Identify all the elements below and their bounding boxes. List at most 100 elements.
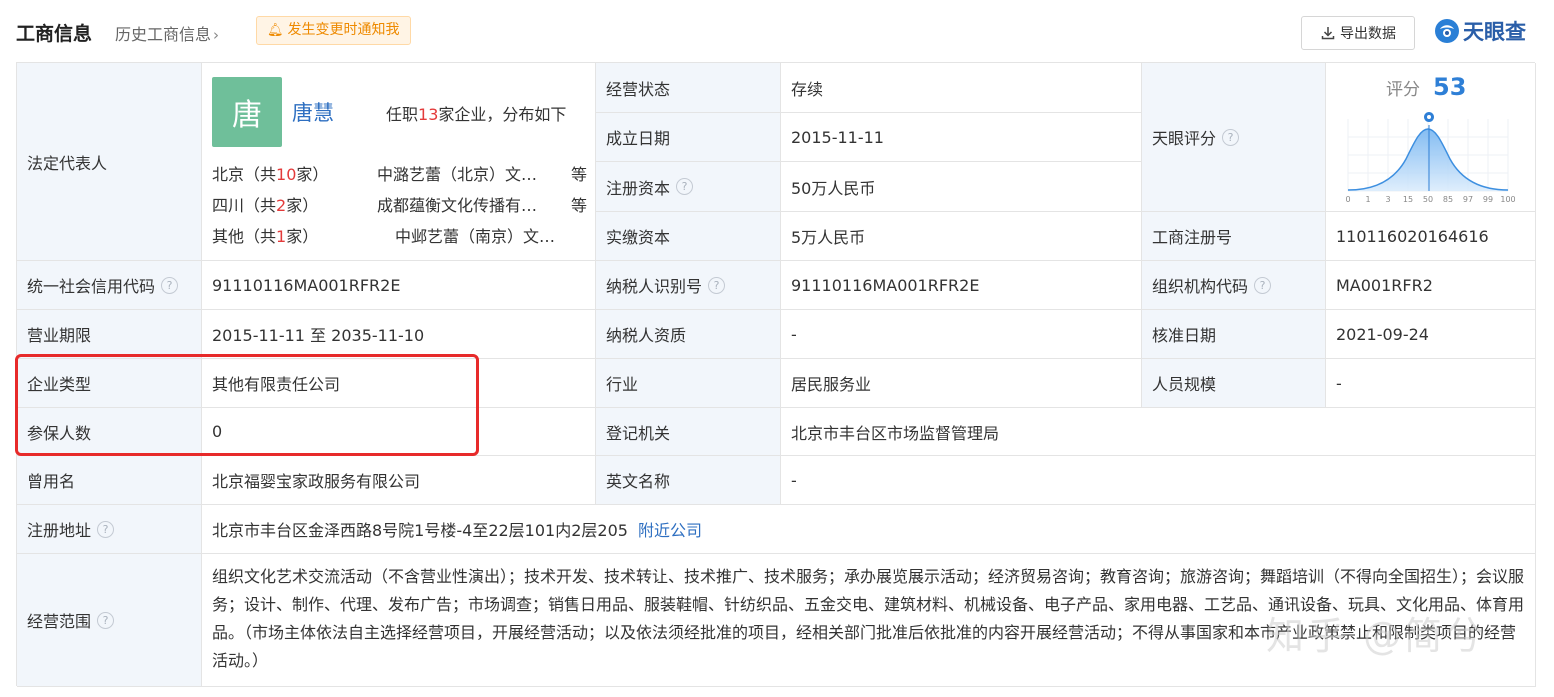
legal-rep-header: 唐 唐慧 任职13家企业，分布如下 xyxy=(212,77,587,149)
paid-value: 5万人民币 xyxy=(781,212,1142,261)
scope-label: 经营范围? xyxy=(17,554,202,687)
export-label: 导出数据 xyxy=(1340,26,1396,42)
region-company-link[interactable]: 成都蕴衡文化传播有… xyxy=(377,192,557,216)
region-label: 四川（共2家） xyxy=(212,192,318,216)
score-distribution-chart: 0 1 3 15 50 85 97 99 100 xyxy=(1345,112,1516,204)
region-etc: 等 xyxy=(570,196,587,215)
highlight-box xyxy=(15,354,479,456)
paid-label: 实缴资本 xyxy=(596,212,781,261)
watermark: 知乎 @简兮 xyxy=(1266,614,1487,658)
avatar[interactable]: 唐 xyxy=(212,77,282,147)
credit-value: 91110116MA001RFR2E xyxy=(202,261,596,310)
bell-icon: 🔔︎ xyxy=(267,23,284,38)
region-row: 北京（共10家） 中潞艺蕾（北京）文… 等 xyxy=(212,161,587,191)
region-row: 四川（共2家） 成都蕴衡文化传播有… 等 xyxy=(212,192,587,222)
former-value: 北京福婴宝家政服务有限公司 xyxy=(202,456,596,505)
staff-label: 人员规模 xyxy=(1142,359,1326,408)
regno-value: 110116020164616 xyxy=(1326,212,1536,261)
help-icon[interactable]: ? xyxy=(161,276,179,294)
staff-value: - xyxy=(1326,359,1536,408)
help-icon[interactable]: ? xyxy=(1222,128,1240,146)
region-company-link[interactable]: 中邺艺蕾（南京）文… xyxy=(395,223,575,247)
region-label: 北京（共10家） xyxy=(212,161,328,185)
taxid-label: 纳税人识别号? xyxy=(596,261,781,310)
region-suffix: 家） xyxy=(286,196,319,215)
term-value: 2015-11-11 至 2035-11-10 xyxy=(202,310,596,359)
score-tick: 97 xyxy=(1463,195,1473,204)
help-icon[interactable]: ? xyxy=(97,520,115,538)
help-icon[interactable]: ? xyxy=(1254,276,1272,294)
approve-value: 2021-09-24 xyxy=(1326,310,1536,359)
score-tick: 0 xyxy=(1345,195,1350,204)
tianyancha-logo-icon xyxy=(1435,19,1459,43)
capital-label-text: 注册资本 xyxy=(606,178,671,198)
capital-value: 50万人民币 xyxy=(781,162,1142,212)
header: 工商信息 历史工商信息 › 🔔︎ 发生变更时通知我 导出数据 天眼查 xyxy=(0,0,1554,62)
region-prefix: 四川（共 xyxy=(212,196,277,215)
score-tick: 15 xyxy=(1403,195,1413,204)
industry-label: 行业 xyxy=(596,359,781,408)
download-icon xyxy=(1321,27,1335,40)
region-count: 2 xyxy=(276,196,287,215)
score-tick: 1 xyxy=(1365,195,1370,204)
region-label: 其他（共1家） xyxy=(212,223,318,247)
page-title: 工商信息 xyxy=(16,23,93,45)
help-icon[interactable]: ? xyxy=(708,276,726,294)
distribution-curve xyxy=(1348,129,1508,191)
region-suffix: 家） xyxy=(296,165,329,184)
chevron-right-icon: › xyxy=(213,26,220,44)
regno-label: 工商注册号 xyxy=(1142,212,1326,261)
score-value: 53 xyxy=(1433,73,1467,101)
legal-rep-name[interactable]: 唐慧 xyxy=(292,97,334,127)
score-tick: 3 xyxy=(1385,195,1390,204)
score-title: 评分 xyxy=(1386,80,1420,100)
founded-label: 成立日期 xyxy=(596,113,781,162)
score-tick: 99 xyxy=(1483,195,1493,204)
industry-value: 居民服务业 xyxy=(781,359,1142,408)
taxq-label: 纳税人资质 xyxy=(596,310,781,359)
posts-prefix: 任职 xyxy=(386,105,419,124)
org-label: 组织机构代码? xyxy=(1142,261,1326,310)
region-prefix: 其他（共 xyxy=(212,227,277,246)
help-icon[interactable]: ? xyxy=(676,178,694,195)
org-value: MA001RFR2 xyxy=(1326,261,1536,310)
region-company-link[interactable]: 中潞艺蕾（北京）文… xyxy=(377,161,557,185)
region-count: 10 xyxy=(276,165,297,184)
posts-suffix: 家企业，分布如下 xyxy=(438,105,567,124)
credit-label-text: 统一社会信用代码 xyxy=(27,277,156,296)
authority-value: 北京市丰台区市场监督管理局 xyxy=(781,408,1536,456)
nearby-companies-link[interactable]: 附近公司 xyxy=(638,517,702,541)
help-icon[interactable]: ? xyxy=(97,611,115,629)
approve-label: 核准日期 xyxy=(1142,310,1326,359)
taxid-value: 91110116MA001RFR2E xyxy=(781,261,1142,310)
taxq-value: - xyxy=(781,310,1142,359)
authority-label: 登记机关 xyxy=(596,408,781,456)
credit-label: 统一社会信用代码? xyxy=(17,261,202,310)
en-label: 英文名称 xyxy=(596,456,781,505)
history-label: 历史工商信息 xyxy=(115,25,212,44)
notify-button[interactable]: 🔔︎ 发生变更时通知我 xyxy=(256,16,411,45)
score-cell[interactable]: 评分 53 0 1 3 15 50 85 97 99 100 xyxy=(1326,63,1536,212)
addr-value: 北京市丰台区金泽西路8号院1号楼-4至22层101内2层205 附近公司 xyxy=(202,505,1536,554)
en-value: - xyxy=(781,456,1536,505)
org-label-text: 组织机构代码 xyxy=(1152,277,1249,296)
export-button[interactable]: 导出数据 xyxy=(1301,16,1415,50)
tianyancha-logo[interactable]: 天眼查 xyxy=(1434,16,1526,46)
term-label: 营业期限 xyxy=(17,310,202,359)
history-link[interactable]: 历史工商信息 › xyxy=(115,21,219,45)
region-prefix: 北京（共 xyxy=(212,165,277,184)
taxid-label-text: 纳税人识别号 xyxy=(606,277,703,296)
status-label: 经营状态 xyxy=(596,63,781,113)
former-label: 曾用名 xyxy=(17,456,202,505)
score-label-text: 天眼评分 xyxy=(1152,129,1217,148)
legal-rep-label: 法定代表人 xyxy=(17,63,202,261)
region-row: 其他（共1家） 中邺艺蕾（南京）文… xyxy=(212,223,587,253)
addr-label-text: 注册地址 xyxy=(27,521,92,540)
posts-count: 13 xyxy=(418,105,439,124)
addr-text: 北京市丰台区金泽西路8号院1号楼-4至22层101内2层205 xyxy=(212,521,628,540)
legal-rep-label-text: 法定代表人 xyxy=(27,153,108,173)
region-count: 1 xyxy=(276,227,287,246)
score-tick: 100 xyxy=(1500,195,1515,204)
notify-label: 发生变更时通知我 xyxy=(287,22,400,38)
posts-summary: 任职13家企业，分布如下 xyxy=(386,101,566,125)
